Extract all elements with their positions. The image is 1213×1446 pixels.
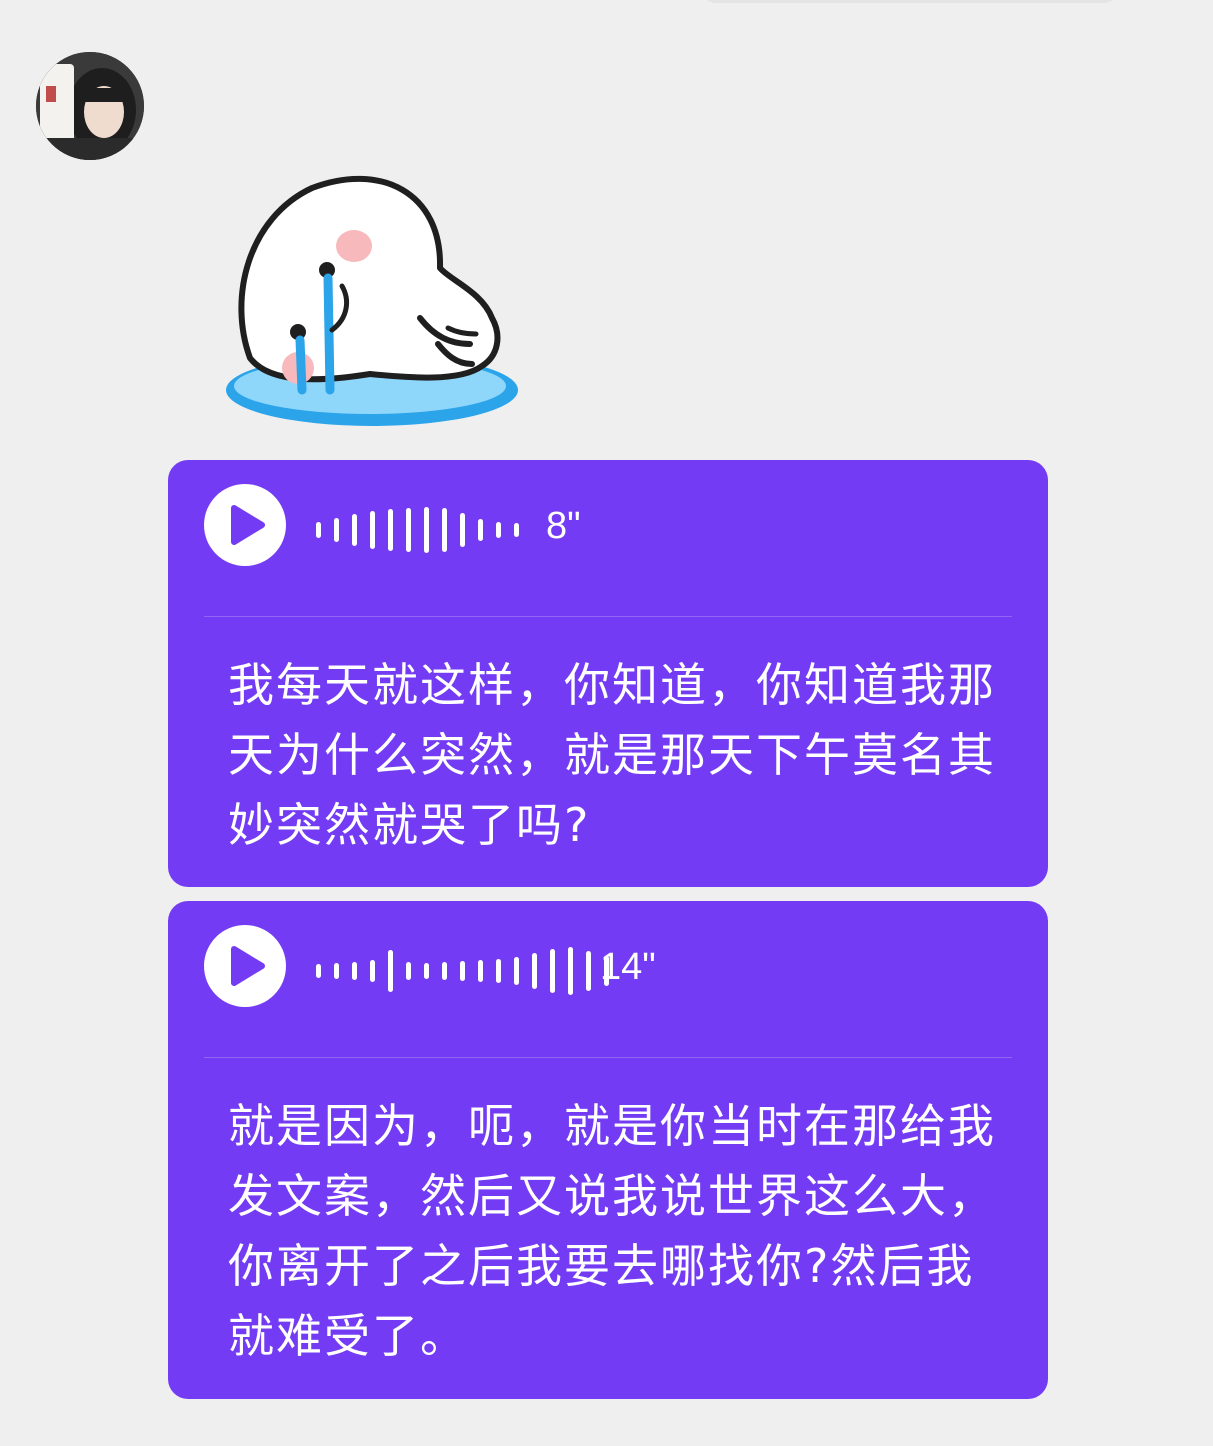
previous-message-bubble xyxy=(700,0,1120,3)
waveform-bar xyxy=(352,962,357,980)
waveform-bar xyxy=(424,507,429,553)
play-icon xyxy=(231,946,265,986)
waveform-bar xyxy=(532,953,537,989)
waveform-bar xyxy=(406,962,411,980)
waveform-bar xyxy=(388,509,393,551)
waveform-bar xyxy=(442,508,447,552)
waveform-bar xyxy=(370,511,375,549)
voice-transcript: 我每天就这样，你知道，你知道我那天为什么突然，就是那天下午莫名其妙突然就哭了吗? xyxy=(228,658,996,852)
waveform-bar xyxy=(478,960,483,982)
divider xyxy=(204,616,1012,617)
crying-sticker[interactable] xyxy=(220,168,530,433)
waveform-bar xyxy=(550,949,555,993)
waveform-bar xyxy=(424,963,429,979)
waveform-bar xyxy=(514,523,519,537)
waveform xyxy=(316,506,519,554)
waveform-bar xyxy=(334,963,339,979)
divider xyxy=(204,1057,1012,1058)
waveform-bar xyxy=(514,957,519,985)
voice-duration: 8" xyxy=(546,505,581,547)
waveform-bar xyxy=(478,519,483,541)
waveform-bar xyxy=(316,522,321,538)
voice-message-1[interactable]: 8" 我每天就这样，你知道，你知道我那天为什么突然，就是那天下午莫名其妙突然就哭… xyxy=(168,460,1048,887)
waveform-bar xyxy=(334,518,339,542)
waveform-bar xyxy=(586,951,591,991)
waveform-bar xyxy=(568,947,573,995)
waveform-bar xyxy=(370,960,375,982)
waveform-bar xyxy=(406,508,411,552)
avatar-photo xyxy=(36,52,144,160)
play-icon xyxy=(231,505,265,545)
sender-avatar[interactable] xyxy=(36,52,144,160)
waveform-bar xyxy=(442,962,447,980)
voice-message-2[interactable]: 14" 就是因为，呃，就是你当时在那给我发文案，然后又说我说世界这么大，你离开了… xyxy=(168,901,1048,1399)
waveform-bar xyxy=(388,950,393,992)
play-button[interactable] xyxy=(204,925,286,1007)
waveform-bar xyxy=(460,513,465,547)
waveform-bar xyxy=(460,961,465,981)
voice-duration: 14" xyxy=(600,946,656,988)
play-button[interactable] xyxy=(204,484,286,566)
waveform-bar xyxy=(496,522,501,538)
waveform xyxy=(316,947,609,995)
crying-sticker-icon xyxy=(226,175,518,426)
waveform-bar xyxy=(496,959,501,983)
waveform-bar xyxy=(352,514,357,546)
waveform-bar xyxy=(316,964,321,978)
voice-transcript: 就是因为，呃，就是你当时在那给我发文案，然后又说我说世界这么大，你离开了之后我要… xyxy=(228,1099,996,1363)
